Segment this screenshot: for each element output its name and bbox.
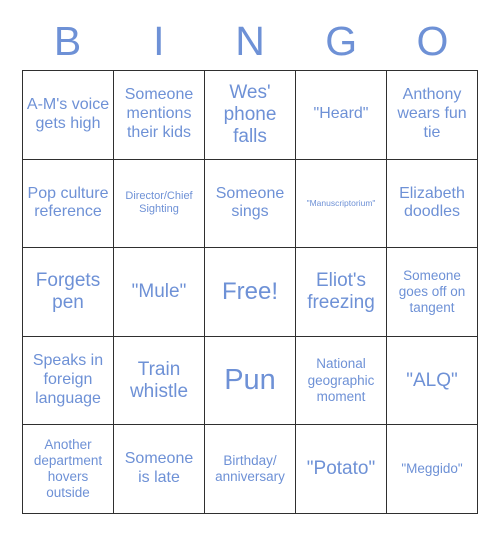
bingo-cell[interactable]: Eliot's freezing bbox=[296, 248, 387, 337]
bingo-cell[interactable]: Birthday/ anniversary bbox=[205, 425, 296, 514]
bingo-grid: A-M's voice gets high Someone mentions t… bbox=[22, 70, 478, 514]
bingo-cell[interactable]: "Mule" bbox=[114, 248, 205, 337]
bingo-header-letter-i: I bbox=[153, 17, 165, 64]
bingo-cell[interactable]: "Meggido" bbox=[387, 425, 478, 514]
bingo-cell-label: A-M's voice gets high bbox=[26, 95, 110, 132]
bingo-cell-label: "Potato" bbox=[306, 458, 376, 480]
bingo-cell[interactable]: Anthony wears fun tie bbox=[387, 71, 478, 160]
bingo-cell-label: Director/Chief Sighting bbox=[125, 190, 193, 216]
bingo-card: B I N G O A-M's voice gets high Someone … bbox=[0, 0, 500, 544]
bingo-cell[interactable]: Someone goes off on tangent bbox=[387, 248, 478, 337]
bingo-cell[interactable]: "Manuscriptorium" bbox=[296, 159, 387, 249]
bingo-cell[interactable]: Forgets pen bbox=[23, 248, 114, 337]
bingo-cell-label: Another department hovers outside bbox=[33, 436, 103, 501]
bingo-header-letter-b: B bbox=[53, 17, 82, 64]
bingo-cell-label: Elizabeth doodles bbox=[399, 184, 465, 221]
bingo-cell-label: Someone is late bbox=[124, 450, 194, 487]
bingo-cell-label: Someone mentions their kids bbox=[124, 86, 194, 142]
bingo-cell[interactable]: Someone mentions their kids bbox=[114, 71, 205, 160]
bingo-cell-label: Birthday/ anniversary bbox=[215, 453, 285, 485]
bingo-header-letter-o: O bbox=[416, 17, 449, 64]
bingo-cell-label: "Heard" bbox=[313, 105, 369, 123]
bingo-header-row: B I N G O bbox=[22, 12, 478, 70]
bingo-cell-label: National geographic moment bbox=[307, 356, 375, 404]
bingo-cell-label: Someone sings bbox=[215, 184, 285, 221]
bingo-cell[interactable]: "ALQ" bbox=[387, 336, 478, 426]
bingo-cell[interactable]: Pun bbox=[205, 336, 296, 426]
bingo-cell[interactable]: National geographic moment bbox=[296, 336, 387, 426]
bingo-cell-label: Anthony wears fun tie bbox=[397, 86, 467, 142]
bingo-cell[interactable]: Elizabeth doodles bbox=[387, 159, 478, 249]
bingo-cell[interactable]: Director/Chief Sighting bbox=[114, 159, 205, 249]
bingo-cell[interactable]: A-M's voice gets high bbox=[23, 71, 114, 160]
bingo-cell-label: Someone goes off on tangent bbox=[398, 267, 466, 316]
bingo-cell[interactable]: Pop culture reference bbox=[23, 159, 114, 249]
bingo-cell[interactable]: "Potato" bbox=[296, 425, 387, 514]
bingo-cell-label: Speaks in foreign language bbox=[32, 352, 104, 408]
bingo-cell[interactable]: Another department hovers outside bbox=[23, 425, 114, 514]
bingo-cell-label: Train whistle bbox=[129, 358, 189, 402]
bingo-cell[interactable]: Wes' phone falls bbox=[205, 71, 296, 160]
bingo-cell-label: "Mule" bbox=[131, 280, 187, 302]
bingo-cell-label: Pop culture reference bbox=[27, 184, 109, 221]
bingo-cell-label: Forgets pen bbox=[35, 269, 101, 313]
bingo-cell-label: "Manuscriptorium" bbox=[306, 198, 376, 209]
bingo-cell-free[interactable]: Free! bbox=[205, 248, 296, 337]
bingo-header-letter-g: G bbox=[325, 17, 358, 64]
bingo-cell-label: "Meggido" bbox=[401, 461, 463, 477]
bingo-cell[interactable]: Someone is late bbox=[114, 425, 205, 514]
bingo-cell-label: Pun bbox=[224, 363, 276, 396]
bingo-cell[interactable]: Someone sings bbox=[205, 159, 296, 249]
bingo-header-letter-n: N bbox=[235, 17, 265, 64]
bingo-cell-label: Free! bbox=[221, 277, 278, 305]
bingo-cell-label: "ALQ" bbox=[406, 369, 458, 391]
bingo-cell[interactable]: Speaks in foreign language bbox=[23, 336, 114, 426]
bingo-cell-label: Wes' phone falls bbox=[223, 81, 277, 147]
bingo-cell[interactable]: "Heard" bbox=[296, 71, 387, 160]
bingo-cell[interactable]: Train whistle bbox=[114, 336, 205, 426]
bingo-cell-label: Eliot's freezing bbox=[307, 269, 375, 313]
